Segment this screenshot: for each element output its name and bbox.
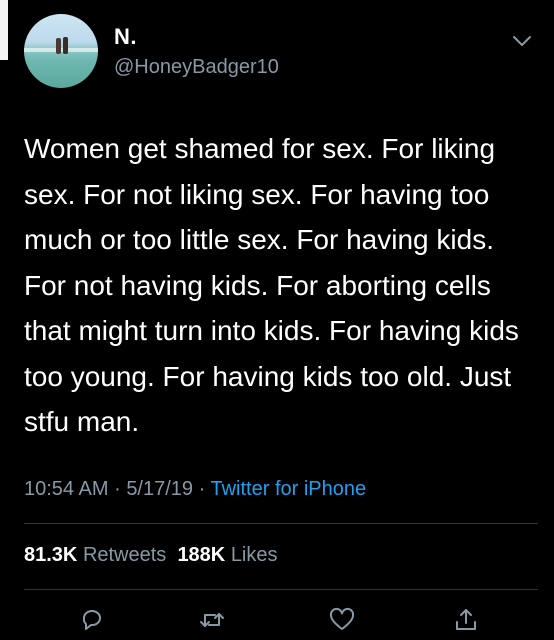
avatar[interactable] xyxy=(24,14,98,88)
tweet-date: 5/17/19 xyxy=(126,478,194,500)
author-handle[interactable]: @HoneyBadger10 xyxy=(114,56,279,79)
likes-label: Likes xyxy=(230,544,278,566)
tweet-source-link[interactable]: Twitter for iPhone xyxy=(210,478,366,500)
likes-stat[interactable]: 188K Likes xyxy=(177,544,277,566)
left-edge-strip xyxy=(0,0,8,60)
retweet-icon[interactable] xyxy=(198,606,226,634)
avatar-horizon xyxy=(24,48,98,52)
avatar-figure xyxy=(56,38,61,54)
reply-icon[interactable] xyxy=(78,606,106,634)
retweets-count: 81.3K xyxy=(24,544,78,566)
heart-icon[interactable] xyxy=(328,606,356,634)
avatar-figure xyxy=(63,37,68,54)
likes-count: 188K xyxy=(177,544,226,566)
tweet-stats: 81.3K Retweets 188K Likes xyxy=(24,544,278,567)
tweet-meta: 10:54 AM · 5/17/19 · Twitter for iPhone xyxy=(24,478,366,501)
author-name[interactable]: N. xyxy=(114,24,137,50)
retweets-label: Retweets xyxy=(82,544,167,566)
divider xyxy=(24,589,538,590)
tweet-text: Women get shamed for sex. For liking sex… xyxy=(24,133,519,437)
meta-separator: · xyxy=(114,478,121,500)
share-icon[interactable] xyxy=(452,606,480,634)
meta-separator: · xyxy=(198,478,206,500)
chevron-down-icon[interactable] xyxy=(512,34,532,48)
tweet-time: 10:54 AM xyxy=(24,478,109,500)
divider xyxy=(24,523,538,524)
retweets-stat[interactable]: 81.3K Retweets xyxy=(24,544,166,566)
